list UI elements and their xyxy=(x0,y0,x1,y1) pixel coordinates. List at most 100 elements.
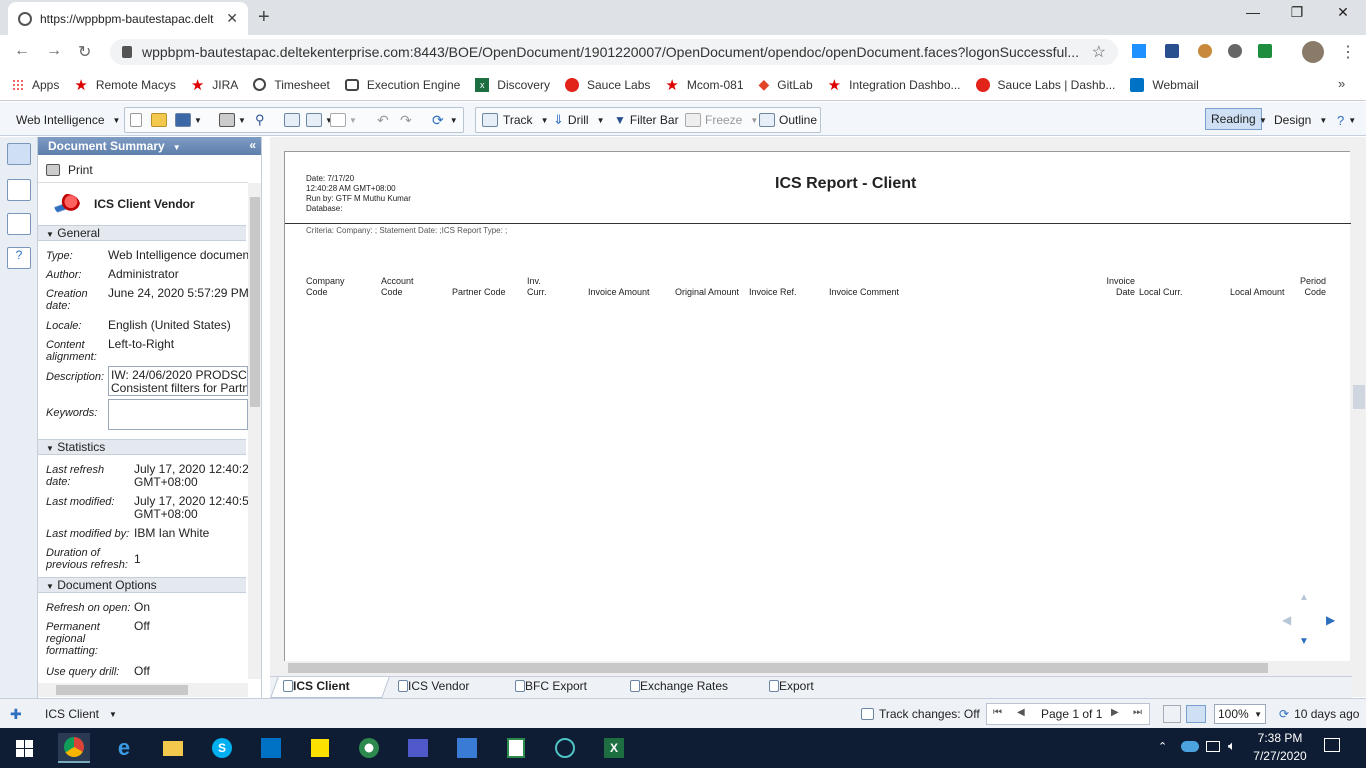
mode-dropdown-icon[interactable]: ▼ xyxy=(1259,108,1267,132)
redo-icon[interactable]: ↷ xyxy=(400,108,412,132)
email-icon[interactable]: ▼ xyxy=(330,108,357,132)
scroll-thumb[interactable] xyxy=(56,685,188,695)
document-summary-icon[interactable] xyxy=(7,143,31,165)
profile-avatar[interactable] xyxy=(1302,41,1324,63)
keywords-field[interactable] xyxy=(108,399,248,430)
show-hidden-icons[interactable]: ⌃ xyxy=(1158,740,1167,753)
extension-icon[interactable] xyxy=(1228,44,1242,58)
bookmark-mcom-081[interactable]: ★ Mcom-081 xyxy=(665,76,743,94)
clock[interactable]: 7:38 PM 7/27/2020 xyxy=(1250,731,1310,763)
panel-header[interactable]: Document Summary ▼ « xyxy=(38,137,261,155)
collapse-panel-icon[interactable]: « xyxy=(249,138,256,152)
forward-icon[interactable]: → xyxy=(46,42,62,60)
find-icon[interactable]: ⚲ xyxy=(255,108,265,132)
help-icon[interactable]: ? xyxy=(7,247,31,269)
report-tab-bfc-export[interactable]: BFC Export xyxy=(515,679,587,693)
bookmark-integration-dashboard[interactable]: ★ Integration Dashbo... xyxy=(828,76,961,94)
quick-display-icon[interactable] xyxy=(1163,705,1181,723)
windows-start-icon[interactable] xyxy=(8,733,40,763)
battery-icon[interactable] xyxy=(1206,741,1220,752)
volume-icon[interactable]: 🔈︎ xyxy=(1228,738,1236,754)
help-icon[interactable]: ? ▼ xyxy=(1337,108,1356,132)
report-vertical-scrollbar[interactable] xyxy=(1352,137,1366,697)
bookmark-star-icon[interactable]: ☆ xyxy=(1092,42,1106,62)
report-scroll-marker[interactable] xyxy=(1353,385,1365,409)
report-tab-export[interactable]: Export xyxy=(769,679,814,693)
drill-button[interactable]: ⇓ Drill ▼ xyxy=(553,108,605,132)
skype-taskbar-icon[interactable]: S xyxy=(206,733,238,763)
report-tab-ics-client[interactable]: ICS Client xyxy=(283,679,350,693)
excel-taskbar-icon[interactable]: X xyxy=(598,733,630,763)
minimize-button[interactable]: — xyxy=(1230,4,1276,20)
navigation-map-icon[interactable] xyxy=(7,179,31,201)
scroll-thumb[interactable] xyxy=(250,197,260,407)
report-horizontal-scrollbar[interactable] xyxy=(284,661,1352,675)
active-report-selector[interactable]: ICS Client ▼ xyxy=(45,707,117,721)
app-taskbar-icon[interactable] xyxy=(549,733,581,763)
page-nav-up-icon[interactable]: ▲ xyxy=(1299,592,1309,603)
track-changes-status[interactable]: Track changes: Off xyxy=(861,707,980,721)
next-page-icon[interactable]: ▶ xyxy=(1111,707,1119,718)
maximize-button[interactable]: ❐ xyxy=(1274,4,1320,21)
bookmark-webmail[interactable]: Webmail xyxy=(1130,77,1199,92)
edge-taskbar-icon[interactable]: e xyxy=(108,733,140,763)
windows-extension-icon[interactable] xyxy=(1132,44,1146,58)
file-explorer-taskbar-icon[interactable] xyxy=(157,733,189,763)
input-controls-icon[interactable] xyxy=(7,213,31,235)
reading-mode-button[interactable]: Reading xyxy=(1205,108,1262,130)
undo-icon[interactable]: ↶ xyxy=(377,108,389,132)
address-bar[interactable]: wppbpm-bautestapac.deltekenterprise.com:… xyxy=(110,39,1118,65)
track-button[interactable]: Track ▼ xyxy=(482,108,548,132)
bookmark-jira[interactable]: ★ JIRA xyxy=(191,76,238,94)
bookmark-gitlab[interactable]: ◆ GitLab xyxy=(759,76,813,93)
browser-tab[interactable]: https://wppbpm-bautestapac.delt ✕ xyxy=(8,2,248,35)
outline-button[interactable]: Outline xyxy=(759,108,817,132)
bookmark-apps[interactable]: Apps xyxy=(12,78,59,92)
scroll-thumb[interactable] xyxy=(288,663,1268,673)
menu-icon[interactable]: ⋮ xyxy=(1340,42,1356,62)
sheets-extension-icon[interactable] xyxy=(1258,44,1272,58)
bookmark-timesheet[interactable]: Timesheet xyxy=(253,78,330,92)
notifications-icon[interactable] xyxy=(1324,738,1340,752)
close-tab-icon[interactable]: ✕ xyxy=(226,10,238,27)
sticky-notes-taskbar-icon[interactable] xyxy=(304,733,336,763)
new-document-icon[interactable] xyxy=(130,108,142,132)
bookmark-discovery[interactable]: x Discovery xyxy=(475,77,550,92)
refresh-icon[interactable]: ⟳ ▼ xyxy=(432,108,458,132)
back-icon[interactable]: ← xyxy=(14,42,30,60)
report-tab-ics-vendor[interactable]: ICS Vendor xyxy=(398,679,469,693)
freeze-button[interactable]: Freeze ▼ xyxy=(685,108,758,132)
page-nav-down-icon[interactable]: ▼ xyxy=(1299,636,1309,647)
web-intelligence-menu[interactable]: Web Intelligence ▼ xyxy=(16,108,120,132)
teams-taskbar-icon[interactable] xyxy=(402,733,434,763)
report-tab-exchange-rates[interactable]: Exchange Rates xyxy=(630,679,728,693)
new-tab-button[interactable]: + xyxy=(258,6,270,29)
bookmark-sauce-labs-dashboard[interactable]: Sauce Labs | Dashb... xyxy=(975,77,1115,92)
statistics-section-header[interactable]: ▼ Statistics xyxy=(38,439,246,455)
general-section-header[interactable]: ▼ General xyxy=(38,225,246,241)
panel-vertical-scrollbar[interactable] xyxy=(248,183,261,679)
close-window-button[interactable]: ✕ xyxy=(1320,4,1366,21)
design-mode-button[interactable]: Design ▼ xyxy=(1274,108,1327,132)
zoom-select[interactable]: 100% ▼ xyxy=(1214,704,1266,724)
bookmark-execution-engine[interactable]: Execution Engine xyxy=(344,78,460,92)
bookmark-sauce-labs[interactable]: Sauce Labs xyxy=(564,77,650,92)
open-folder-icon[interactable] xyxy=(151,108,167,132)
app-taskbar-icon[interactable] xyxy=(353,733,385,763)
page-nav-right-icon[interactable]: ▶ xyxy=(1326,613,1335,627)
bookmark-remote-macys[interactable]: ★ Remote Macys xyxy=(74,76,175,94)
print-icon[interactable]: ▼ xyxy=(219,108,246,132)
last-page-icon[interactable]: ⏭ xyxy=(1133,707,1142,718)
export-icon[interactable]: ▼ xyxy=(306,108,333,132)
chrome-taskbar-icon[interactable] xyxy=(58,733,90,763)
page-mode-icon[interactable] xyxy=(1186,705,1206,723)
document-options-section-header[interactable]: ▼ Document Options xyxy=(38,577,246,593)
reload-icon[interactable]: ↻ xyxy=(78,42,91,62)
previous-page-icon[interactable]: ◀ xyxy=(1017,707,1025,718)
panel-horizontal-scrollbar[interactable] xyxy=(38,683,248,697)
filter-bar-button[interactable]: ▼ Filter Bar xyxy=(614,108,679,132)
app-taskbar-icon[interactable] xyxy=(451,733,483,763)
app-taskbar-icon[interactable] xyxy=(500,733,532,763)
save-icon[interactable]: ▼ xyxy=(175,108,202,132)
onedrive-icon[interactable] xyxy=(1181,741,1199,752)
